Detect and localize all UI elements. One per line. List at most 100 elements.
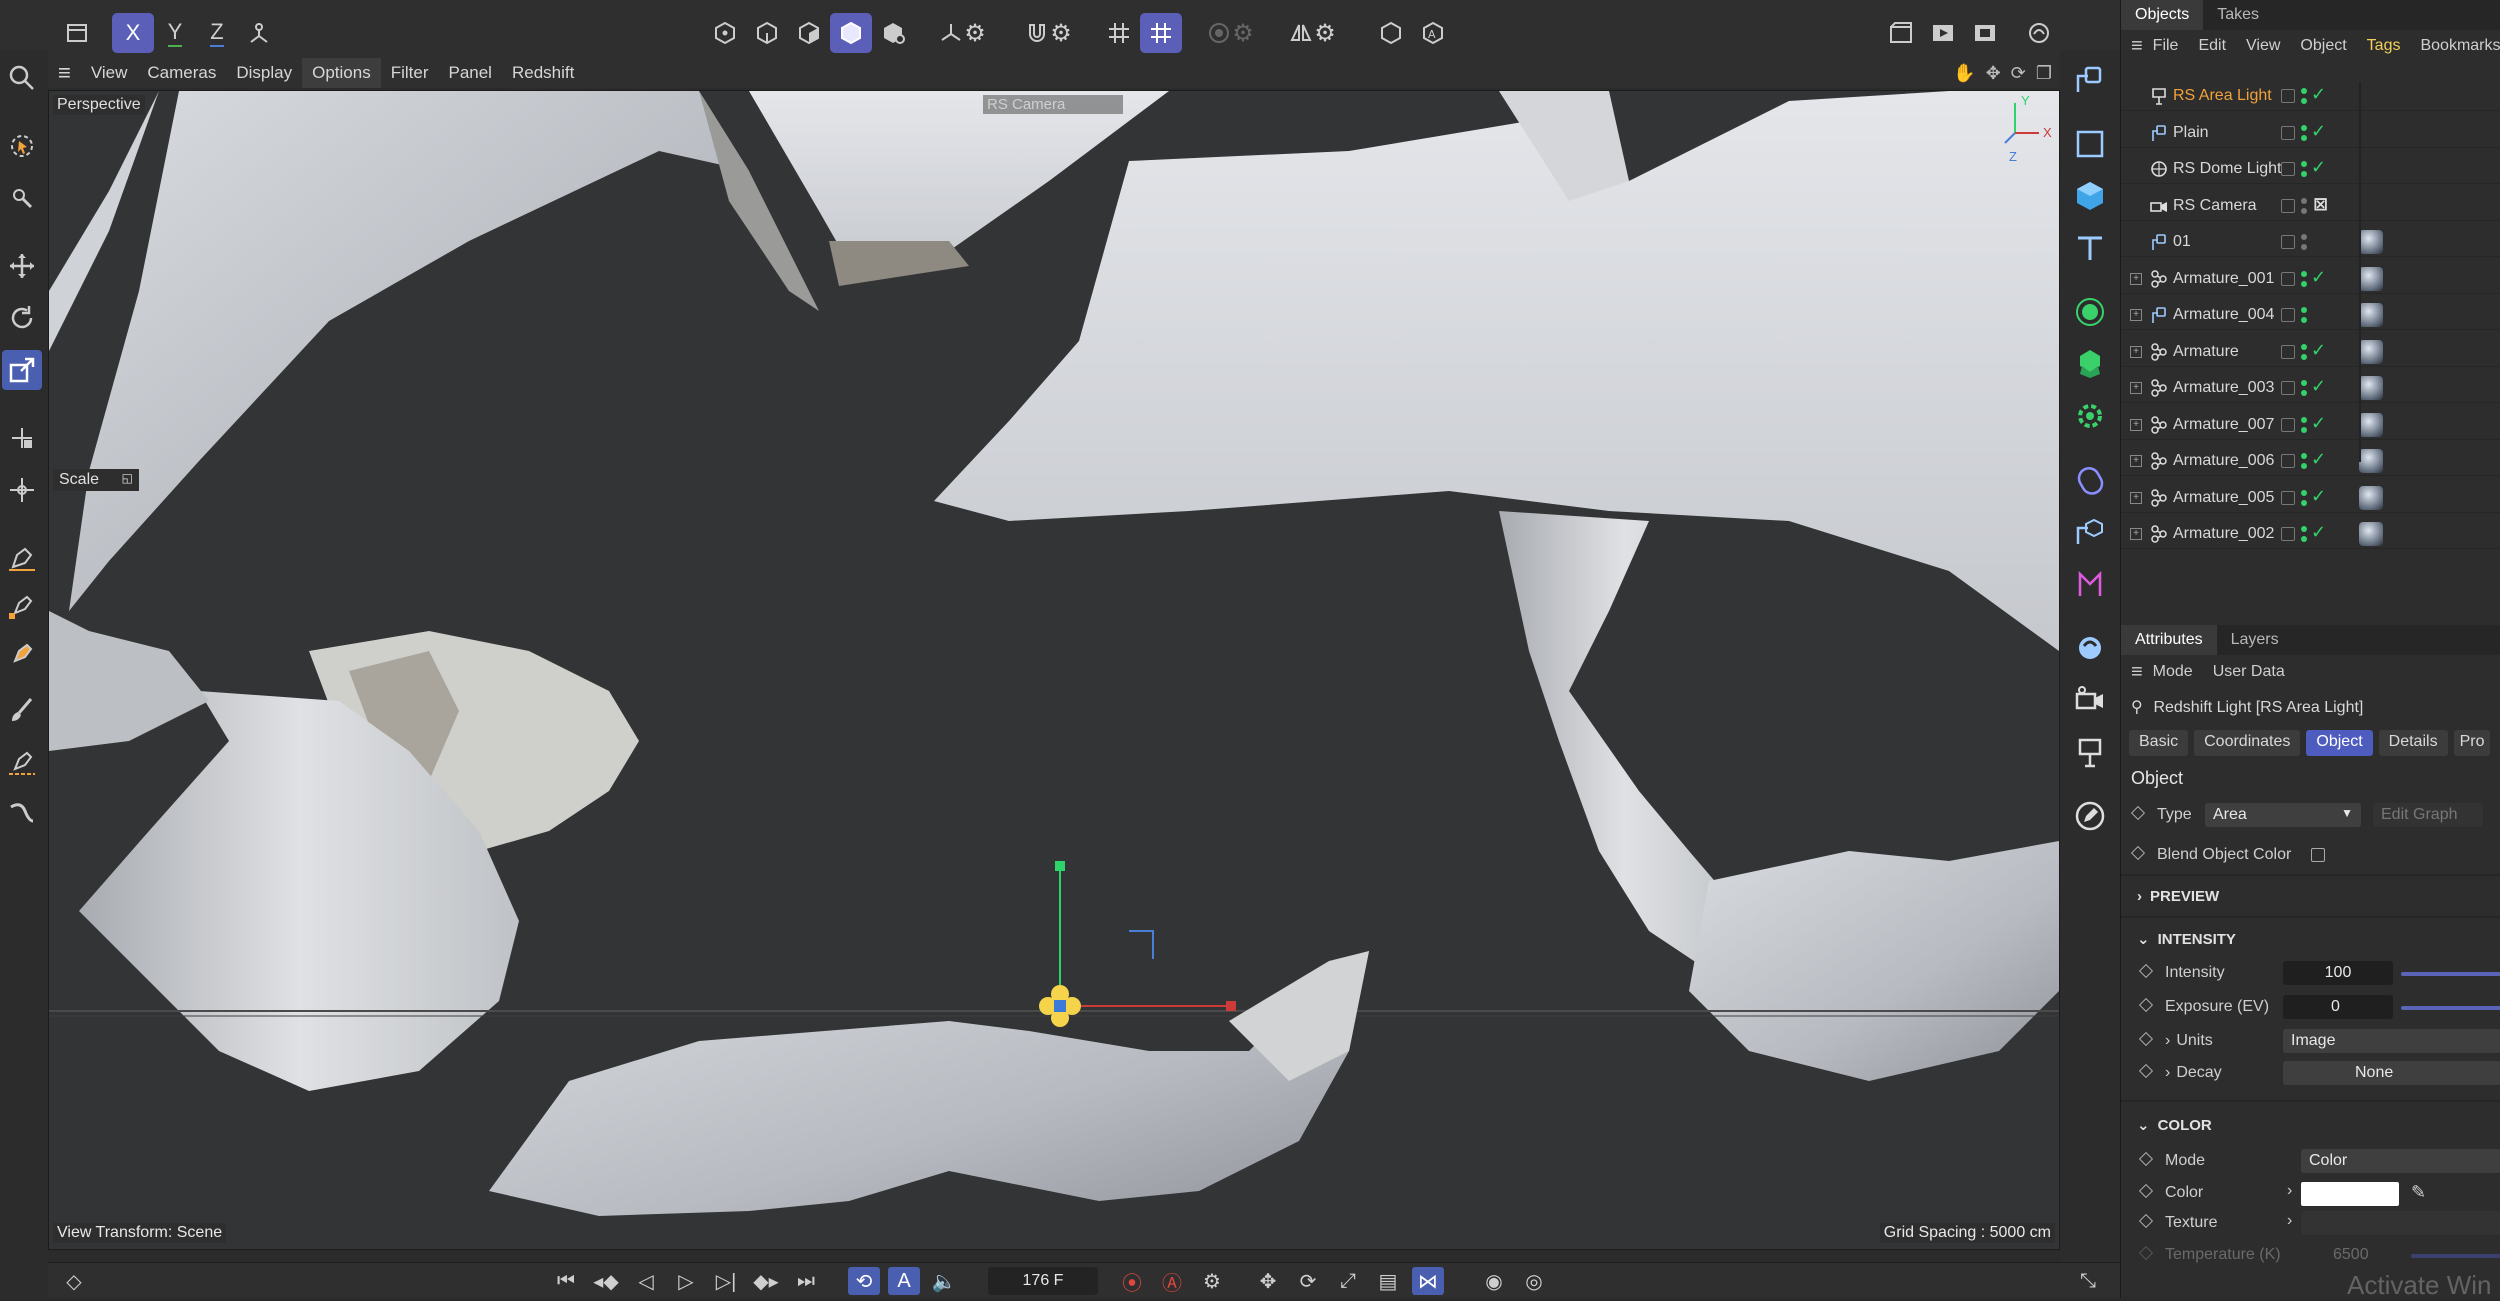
object-row[interactable]: + Armature ✓ [2121, 338, 2500, 367]
axis-x-lock-button[interactable]: X [112, 13, 154, 53]
axis-tool-icon[interactable] [2, 470, 42, 510]
go-to-start-icon[interactable]: ⏮ [550, 1267, 582, 1295]
texture-slot[interactable] [2301, 1211, 2500, 1235]
keyframe-diamond-icon[interactable] [2130, 805, 2146, 821]
chevron-right-icon[interactable]: › [2165, 1064, 2170, 1081]
redshift-render-icon[interactable] [2018, 13, 2060, 53]
chevron-right-icon[interactable]: › [2287, 1212, 2292, 1230]
play-icon[interactable]: ▷ [670, 1267, 702, 1295]
coordinate-system-icon[interactable] [238, 13, 280, 53]
render-visibility-dot[interactable] [2301, 207, 2307, 214]
render-visibility-dot[interactable] [2301, 390, 2307, 396]
object-row[interactable]: + Armature_002 ✓ [2121, 520, 2500, 549]
render-visibility-dot[interactable] [2301, 134, 2307, 141]
workplane-grid-icon[interactable] [1140, 13, 1182, 53]
key-param-icon[interactable]: ▤ [1372, 1267, 1404, 1295]
expand-toggle-icon[interactable]: + [2130, 528, 2142, 540]
object-row[interactable]: + Armature_004 [2121, 301, 2500, 330]
light-object-icon[interactable] [2068, 730, 2112, 774]
auto-preview-icon[interactable]: A [888, 1267, 920, 1295]
camera-object-icon[interactable] [2068, 678, 2112, 722]
keyframe-diamond-icon[interactable] [2138, 997, 2154, 1013]
pen-tool-icon[interactable] [2, 538, 42, 578]
points-mode-icon[interactable] [704, 13, 746, 53]
3d-viewport[interactable]: Perspective RS Camera Y X Z Scale ◱ View … [48, 90, 2060, 1250]
active-camera-label[interactable]: RS Camera [983, 95, 1123, 114]
previous-key-icon[interactable]: ◂◆ [590, 1267, 622, 1295]
maximize-viewport-icon[interactable]: ❐ [2036, 63, 2052, 84]
render-visibility-dot[interactable] [2301, 98, 2307, 104]
object-row[interactable]: + Armature_003 ✓ [2121, 374, 2500, 403]
transfer-icon[interactable] [2, 418, 42, 458]
object-row[interactable]: + Armature_007 ✓ [2121, 411, 2500, 440]
material-tag-icon[interactable] [2359, 412, 2383, 437]
layer-toggle-checkbox[interactable] [2281, 308, 2295, 322]
key-rotation-icon[interactable]: ⟳ [1292, 1267, 1324, 1295]
layer-toggle-checkbox[interactable] [2281, 417, 2295, 432]
tab-attributes[interactable]: Attributes [2121, 625, 2217, 655]
plane-object-icon[interactable] [2068, 122, 2112, 166]
render-visibility-dot[interactable] [2301, 171, 2307, 177]
objects-menu-tags[interactable]: Tags [2367, 37, 2401, 55]
render-settings-icon[interactable] [1880, 13, 1922, 53]
tab-takes[interactable]: Takes [2203, 0, 2273, 30]
menu-view[interactable]: View [81, 58, 138, 88]
exposure-input[interactable]: 0 [2283, 995, 2393, 1019]
render-view-icon[interactable] [1922, 13, 1964, 53]
editor-visibility-dot[interactable] [2301, 197, 2307, 204]
generator-icon[interactable] [2068, 290, 2112, 334]
attributes-menu-mode[interactable]: Mode [2153, 663, 2193, 681]
tab-objects[interactable]: Objects [2121, 0, 2204, 30]
object-row[interactable]: 01 [2121, 228, 2500, 257]
layer-toggle-checkbox[interactable] [2281, 527, 2295, 541]
spline-smooth-icon[interactable] [2, 794, 42, 834]
camera-target-icon[interactable]: ⊠ [2313, 194, 2328, 215]
spline-generator-icon[interactable] [2068, 510, 2112, 554]
cube-object-icon[interactable] [2068, 174, 2112, 218]
record-icon[interactable]: ⦿ [1116, 1267, 1148, 1295]
key-pla-icon[interactable]: ⋈ [1412, 1267, 1444, 1295]
keyframe-diamond-icon[interactable] [2138, 1151, 2154, 1167]
brush-icon[interactable] [2, 690, 42, 730]
move-icon[interactable] [2, 246, 42, 286]
intensity-input[interactable]: 100 [2283, 961, 2393, 985]
scale-icon[interactable] [2, 350, 42, 390]
motion-system-icon[interactable]: ◉ [1478, 1267, 1510, 1295]
objects-menu-icon[interactable]: ≡ [2131, 35, 2143, 58]
expand-toggle-icon[interactable]: + [2130, 272, 2142, 285]
current-frame-field[interactable]: 176 F [988, 1267, 1098, 1295]
keyframe-diamond-icon[interactable]: ◇ [58, 1267, 90, 1295]
material-tag-icon[interactable] [2359, 449, 2383, 473]
chevron-right-icon[interactable]: › [2165, 1032, 2170, 1049]
material-tag-icon[interactable] [2359, 485, 2383, 510]
render-visibility-dot[interactable] [2301, 244, 2307, 250]
keyframe-diamond-icon[interactable] [2138, 1183, 2154, 1199]
material-tag-icon[interactable] [2359, 376, 2383, 400]
spline-tool-icon[interactable] [2, 634, 42, 674]
layer-toggle-checkbox[interactable] [2281, 162, 2295, 176]
cloner-icon[interactable] [2068, 342, 2112, 386]
keyframe-diamond-icon[interactable] [2138, 1213, 2154, 1229]
expand-toggle-icon[interactable]: + [2130, 455, 2142, 467]
editor-visibility-dot[interactable] [2301, 343, 2307, 350]
object-row[interactable]: RS Camera ⊠ [2121, 192, 2500, 221]
layer-toggle-checkbox[interactable] [2281, 198, 2295, 213]
editor-visibility-dot[interactable] [2301, 453, 2307, 459]
subtab-details[interactable]: Details [2378, 730, 2448, 756]
mograph-icon[interactable] [2068, 562, 2112, 606]
enabled-check-icon[interactable]: ✓ [2311, 157, 2326, 178]
enabled-check-icon[interactable]: ✓ [2311, 84, 2326, 105]
keyframe-diamond-icon[interactable] [2138, 1031, 2154, 1047]
units-dropdown[interactable]: Image [2283, 1029, 2500, 1053]
menu-redshift[interactable]: Redshift [502, 58, 584, 88]
sketch-pen-icon[interactable] [2, 586, 42, 626]
render-visibility-dot[interactable] [2301, 426, 2307, 433]
layer-toggle-checkbox[interactable] [2281, 271, 2295, 286]
type-dropdown[interactable]: Area ▼ [2205, 803, 2361, 827]
menu-display[interactable]: Display [226, 58, 302, 88]
orbit-camera-icon[interactable]: ⟳ [2011, 63, 2026, 84]
subtab-object[interactable]: Object [2306, 730, 2373, 756]
enabled-check-icon[interactable]: ✓ [2311, 413, 2326, 434]
viewport-solo-icon[interactable] [1370, 13, 1412, 53]
material-tag-icon[interactable] [2359, 339, 2383, 364]
